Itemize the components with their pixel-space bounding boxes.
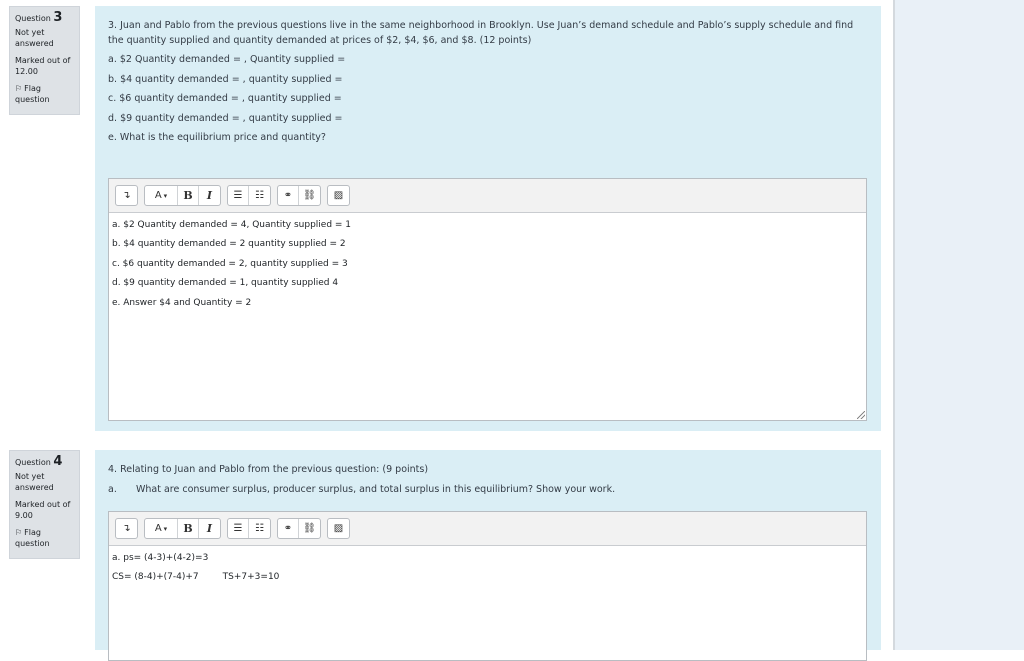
answer-line: d. $9 quantity demanded = 1, quantity su… xyxy=(112,278,339,289)
right-side-panel xyxy=(893,0,1024,650)
question-grade: Marked out of 12.00 xyxy=(15,56,71,76)
link-button[interactable]: ⚭ xyxy=(278,519,299,538)
question-3-info: Question 3 Not yet answered Marked out o… xyxy=(9,6,80,115)
editor-toolbar: ↴ A ▾ B I ☰ ☷ ⚭ ⛓ ▨ xyxy=(109,512,866,546)
expand-toolbar-button[interactable]: ↴ xyxy=(116,186,137,205)
sub-item: c. $6 quantity demanded = , quantity sup… xyxy=(108,93,342,104)
question-grade: Marked out of 9.00 xyxy=(15,500,71,520)
question-state: Not yet answered xyxy=(15,472,54,492)
answer-text-area[interactable]: a. $2 Quantity demanded = 4, Quantity su… xyxy=(109,213,866,420)
ordered-list-icon: ☷ xyxy=(255,523,264,534)
question-4-info: Question 4 Not yet answered Marked out o… xyxy=(9,450,80,559)
sub-item: a. $2 Quantity demanded = , Quantity sup… xyxy=(108,54,346,65)
link-icon: ⚭ xyxy=(283,523,293,534)
insert-image-button[interactable]: ▨ xyxy=(328,519,349,538)
font-color-button[interactable]: A ▾ xyxy=(145,519,178,538)
unordered-list-button[interactable]: ☰ xyxy=(228,186,249,205)
answer-text-area[interactable]: a. ps= (4-3)+(4-2)=3 CS= (8-4)+(7-4)+7 TS… xyxy=(109,546,866,591)
italic-button[interactable]: I xyxy=(199,519,220,538)
question-4-content: 4. Relating to Juan and Pablo from the p… xyxy=(95,450,881,661)
answer-line: a. ps= (4-3)+(4-2)=3 xyxy=(112,553,209,563)
unlink-button[interactable]: ⛓ xyxy=(299,186,320,205)
editor-toolbar: ↴ A ▾ B I ☰ ☷ ⚭ ⛓ ▨ xyxy=(109,179,866,213)
question-state: Not yet answered xyxy=(15,28,54,48)
font-color-button[interactable]: A ▾ xyxy=(145,186,178,205)
sub-item: b. $4 quantity demanded = , quantity sup… xyxy=(108,73,343,85)
image-icon: ▨ xyxy=(333,523,344,534)
ordered-list-button[interactable]: ☷ xyxy=(249,186,270,205)
question-prompt: 4. Relating to Juan and Pablo from the p… xyxy=(108,464,429,475)
unlink-icon: ⛓ xyxy=(303,190,316,201)
font-color-icon: A xyxy=(154,190,162,201)
italic-button[interactable]: I xyxy=(199,186,220,205)
question-4-text: 4. Relating to Juan and Pablo from the p… xyxy=(108,450,868,497)
image-icon: ▨ xyxy=(333,190,344,201)
expand-icon: ↴ xyxy=(122,523,131,534)
flag-question-button[interactable]: ⚐ Flag question xyxy=(15,83,74,105)
sub-item-label: a. xyxy=(108,484,117,495)
unordered-list-icon: ☰ xyxy=(233,523,243,534)
unordered-list-icon: ☰ xyxy=(233,190,243,201)
ordered-list-icon: ☷ xyxy=(255,190,264,201)
link-button[interactable]: ⚭ xyxy=(278,186,299,205)
answer-line: e. Answer $4 and Quantity = 2 xyxy=(112,297,252,308)
question-number: 3 xyxy=(53,10,63,25)
unlink-icon: ⛓ xyxy=(303,523,316,534)
answer-line: c. $6 quantity demanded = 2, quantity su… xyxy=(112,258,348,269)
expand-toolbar-button[interactable]: ↴ xyxy=(116,519,137,538)
sub-item: e. What is the equilibrium price and qua… xyxy=(108,132,326,143)
question-label: Question xyxy=(15,458,51,467)
bold-button[interactable]: B xyxy=(178,186,199,205)
sub-item: d. $9 quantity demanded = , quantity sup… xyxy=(108,112,343,124)
caret-down-icon: ▾ xyxy=(163,191,168,200)
flag-icon: ⚐ xyxy=(15,528,23,537)
bold-button[interactable]: B xyxy=(178,519,199,538)
answer-line: b. $4 quantity demanded = 2 quantity sup… xyxy=(112,239,346,250)
unordered-list-button[interactable]: ☰ xyxy=(228,519,249,538)
flag-icon: ⚐ xyxy=(15,84,23,93)
answer-editor: ↴ A ▾ B I ☰ ☷ ⚭ ⛓ ▨ a. ps= (4-3)+(4-2)=3 … xyxy=(108,511,867,661)
font-color-icon: A xyxy=(154,523,162,534)
caret-down-icon: ▾ xyxy=(163,524,168,533)
question-3-content: 3. Juan and Pablo from the previous ques… xyxy=(95,6,881,431)
question-number: 4 xyxy=(53,454,63,469)
answer-line: a. $2 Quantity demanded = 4, Quantity su… xyxy=(112,220,352,230)
ordered-list-button[interactable]: ☷ xyxy=(249,519,270,538)
answer-line: CS= (8-4)+(7-4)+7 xyxy=(112,572,199,583)
answer-editor: ↴ A ▾ B I ☰ ☷ ⚭ ⛓ ▨ a. $2 Quantity demand… xyxy=(108,178,867,421)
question-label: Question xyxy=(15,14,51,23)
resize-handle-icon[interactable] xyxy=(857,411,865,419)
question-prompt: 3. Juan and Pablo from the previous ques… xyxy=(108,20,854,46)
insert-image-button[interactable]: ▨ xyxy=(328,186,349,205)
sub-item-text: What are consumer surplus, producer surp… xyxy=(136,484,616,495)
expand-icon: ↴ xyxy=(122,190,131,201)
link-icon: ⚭ xyxy=(283,190,293,201)
flag-question-button[interactable]: ⚐ Flag question xyxy=(15,527,74,549)
question-3-text: 3. Juan and Pablo from the previous ques… xyxy=(108,6,868,145)
answer-line-extra: TS+7+3=10 xyxy=(222,572,280,583)
unlink-button[interactable]: ⛓ xyxy=(299,519,320,538)
